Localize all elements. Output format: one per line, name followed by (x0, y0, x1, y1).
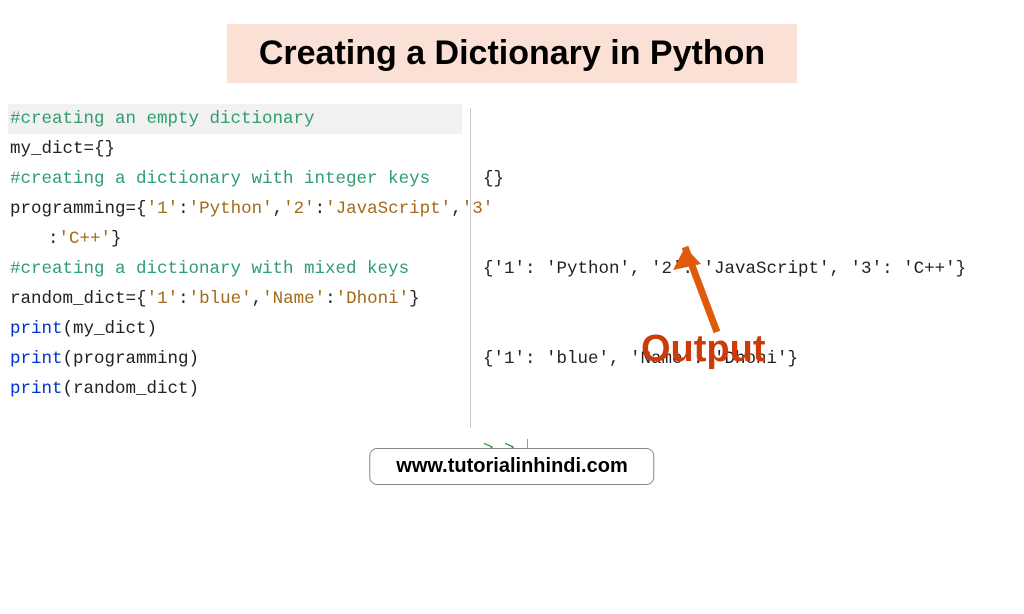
token: = (126, 199, 137, 219)
token: 'C++' (59, 229, 112, 249)
token: my_dict (10, 139, 84, 159)
token: print (10, 379, 63, 399)
footer-url-badge: www.tutorialinhindi.com (369, 448, 654, 485)
code-pane: #creating an empty dictionary my_dict={}… (0, 104, 470, 434)
token: } (409, 289, 420, 309)
code-line: #creating an empty dictionary (8, 104, 462, 134)
token: print (10, 349, 63, 369)
code-line: programming={'1':'Python','2':'JavaScrip… (8, 194, 462, 224)
token: 'JavaScript' (325, 199, 451, 219)
token: '2' (283, 199, 315, 219)
output-pane: {} {'1': 'Python', '2': 'JavaScript', '3… (471, 104, 1024, 434)
token: random_dict (10, 289, 126, 309)
code-line: #creating a dictionary with integer keys (8, 164, 462, 194)
token: '1' (147, 199, 179, 219)
code-line: random_dict={'1':'blue','Name':'Dhoni'} (8, 284, 462, 314)
code-line: my_dict={} (8, 134, 462, 164)
code-line: :'C++'} (8, 224, 462, 254)
content-area: #creating an empty dictionary my_dict={}… (0, 104, 1024, 434)
code-comment: #creating an empty dictionary (10, 109, 315, 129)
output-label: Output (641, 334, 766, 364)
token: , (252, 289, 263, 309)
token: = (126, 289, 137, 309)
token: { (136, 289, 147, 309)
code-comment: #creating a dictionary with mixed keys (10, 259, 409, 279)
token: } (111, 229, 122, 249)
code-line: #creating a dictionary with mixed keys (8, 254, 462, 284)
code-line: print(programming) (8, 344, 462, 374)
token: {} (94, 139, 115, 159)
token: 'Name' (262, 289, 325, 309)
token: 'Dhoni' (336, 289, 410, 309)
token: (programming) (63, 349, 200, 369)
output-line: {'1': 'Python', '2': 'JavaScript', '3': … (483, 254, 1012, 284)
token: '1' (147, 289, 179, 309)
token: : (178, 289, 189, 309)
token: : (48, 229, 59, 249)
code-line: print(random_dict) (8, 374, 462, 404)
token: 'blue' (189, 289, 252, 309)
token: , (273, 199, 284, 219)
code-line: print(my_dict) (8, 314, 462, 344)
token: : (315, 199, 326, 219)
page-title: Creating a Dictionary in Python (227, 24, 797, 83)
token: print (10, 319, 63, 339)
token: : (178, 199, 189, 219)
output-line: {} (483, 164, 1012, 194)
token: 'Python' (189, 199, 273, 219)
token: : (325, 289, 336, 309)
token: (random_dict) (63, 379, 200, 399)
token: , (451, 199, 462, 219)
token: = (84, 139, 95, 159)
token: (my_dict) (63, 319, 158, 339)
token: programming (10, 199, 126, 219)
token: { (136, 199, 147, 219)
code-comment: #creating a dictionary with integer keys (10, 169, 430, 189)
